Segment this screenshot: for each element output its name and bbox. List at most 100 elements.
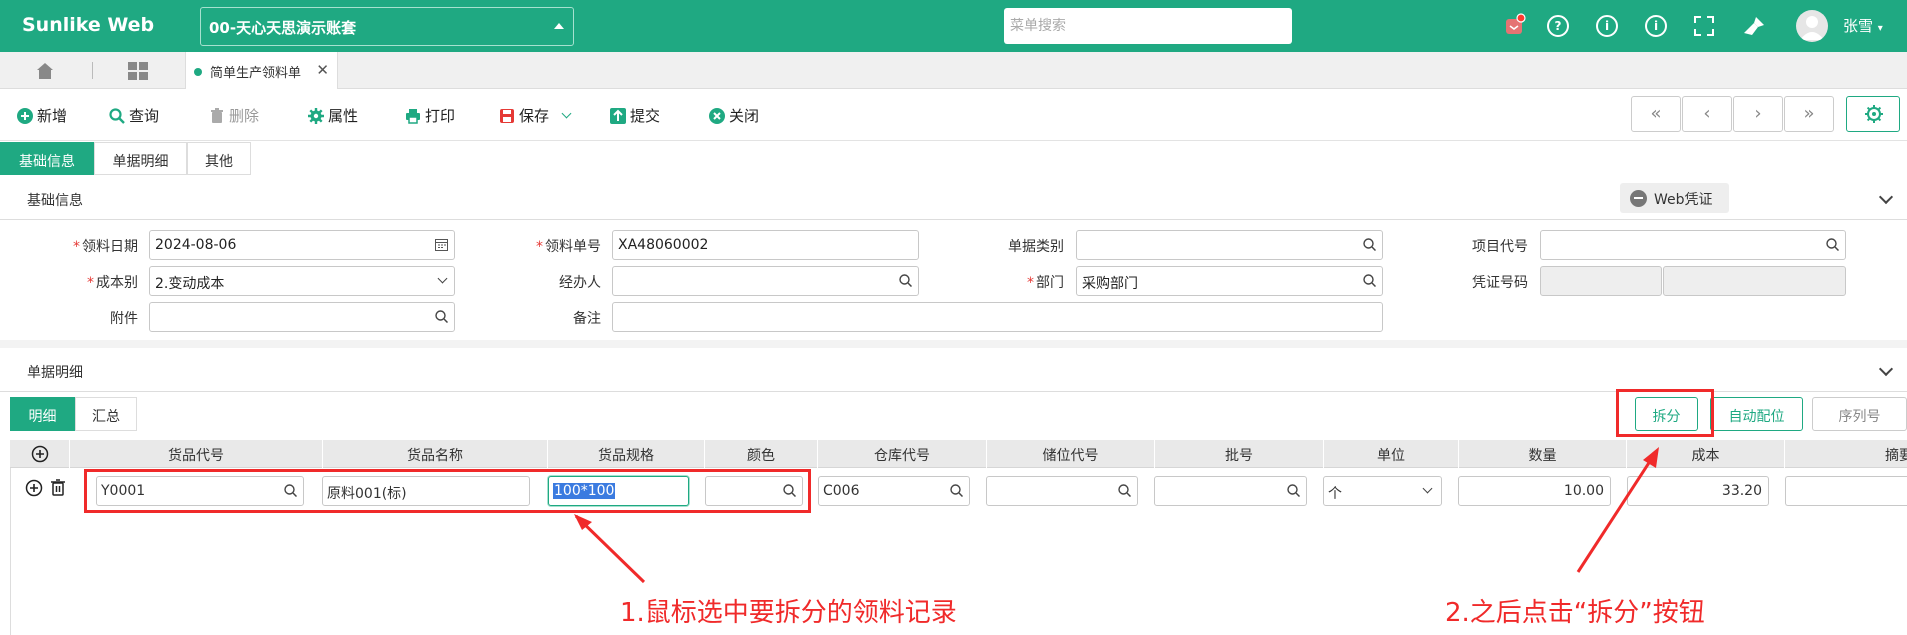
annotation-step-1: 1.鼠标选中要拆分的领料记录 [620,598,957,628]
home-icon[interactable] [36,62,54,80]
user-menu[interactable]: 张雪 ▾ [1843,15,1883,36]
caret-up-icon [554,23,564,29]
user-name: 张雪 [1843,17,1874,35]
col-code[interactable]: 货品代号 [70,440,323,468]
tab-detail[interactable]: 明细 [10,397,75,431]
col-name[interactable]: 货品名称 [323,440,548,468]
date-field[interactable]: 2024-08-06 [149,230,455,260]
project-field[interactable] [1540,230,1846,260]
delete-row-icon[interactable] [50,478,66,500]
handler-label: 经办人 [559,275,601,291]
search-icon[interactable] [435,310,448,323]
cell-location[interactable] [986,476,1138,506]
query-button[interactable]: 查询 [109,105,159,126]
cell-warehouse[interactable]: C006 [818,476,970,506]
project-label: 项目代号 [1472,239,1528,255]
info-icon[interactable]: i [1596,15,1618,37]
settings-button[interactable] [1846,96,1900,132]
web-voucher-button[interactable]: Web凭证 [1620,183,1729,213]
doctype-field[interactable] [1076,230,1383,260]
submit-button-label: 提交 [630,107,661,125]
tab-summary[interactable]: 汇总 [75,397,137,431]
next-record-button[interactable]: › [1733,96,1783,132]
first-record-button[interactable]: « [1631,96,1681,132]
search-icon[interactable] [1363,274,1376,287]
close-button[interactable]: 关闭 [709,105,759,126]
last-record-button[interactable]: » [1784,96,1834,132]
save-button[interactable]: 保存 [499,105,572,126]
col-warehouse[interactable]: 仓库代号 [818,440,987,468]
apps-grid-icon[interactable] [128,62,148,80]
cell-cost-value: 33.20 [1721,483,1762,499]
menu-search-input[interactable] [1004,8,1292,44]
search-icon[interactable] [1287,484,1300,497]
dept-value: 采购部门 [1082,276,1138,292]
insert-row-icon[interactable] [25,479,43,501]
chevron-down-icon[interactable] [1878,361,1894,377]
col-unit[interactable]: 单位 [1324,440,1459,468]
save-button-label: 保存 [519,107,550,125]
submit-button[interactable]: 提交 [610,105,660,126]
dept-field[interactable]: 采购部门 [1076,266,1383,296]
gear-icon [1865,105,1883,123]
add-row-icon[interactable] [10,440,70,468]
print-button[interactable]: 打印 [405,105,455,126]
search-icon [109,107,125,124]
cost-type-value: 2.变动成本 [155,276,225,292]
close-icon[interactable]: ✕ [316,61,329,79]
cell-summary[interactable] [1785,476,1907,506]
tab-other[interactable]: 其他 [187,142,251,175]
search-icon[interactable] [899,274,912,287]
tab-doc-label: 简单生产领料单 [210,66,302,81]
notification-icon[interactable] [1504,13,1526,35]
chevron-down-icon[interactable] [1878,189,1894,205]
cost-type-label: * 成本别 [87,275,138,291]
annotation-box-split [1616,389,1714,437]
tab-doc-detail[interactable]: 单据明细 [94,142,187,175]
tab-basic-info[interactable]: 基础信息 [0,142,94,175]
cell-batch[interactable] [1154,476,1307,506]
date-label: * 领料日期 [73,239,138,255]
remark-field[interactable] [612,302,1383,332]
close-circle-icon [709,107,725,124]
prev-record-button[interactable]: ‹ [1682,96,1732,132]
col-spec[interactable]: 货品规格 [548,440,705,468]
tab-doc[interactable]: 简单生产领料单 ✕ [185,52,338,89]
col-color[interactable]: 颜色 [705,440,818,468]
search-icon[interactable] [950,484,963,497]
annotation-arrow-1 [574,514,646,584]
active-dot-icon [194,68,202,76]
col-summary[interactable]: 摘要 [1785,440,1907,468]
help-icon[interactable]: ? [1547,15,1569,37]
handler-field[interactable] [612,266,919,296]
chevron-down-icon [437,273,448,284]
doc-no-field[interactable]: XA48060002 [612,230,919,260]
calendar-icon[interactable] [435,238,448,251]
annotation-arrow-2 [1576,447,1659,573]
cost-type-select[interactable]: 2.变动成本 [149,266,455,296]
search-icon[interactable] [1118,484,1131,497]
chevron-down-icon [1422,483,1433,494]
new-button[interactable]: 新增 [17,105,67,126]
doctype-label: 单据类别 [1008,239,1064,255]
col-location[interactable]: 储位代号 [987,440,1155,468]
search-icon[interactable] [1363,238,1376,251]
avatar[interactable] [1796,10,1828,42]
chevron-down-icon[interactable] [561,108,572,119]
about-icon[interactable]: i [1645,15,1667,37]
detail-header[interactable]: 单据明细 [0,348,1907,392]
props-button[interactable]: 属性 [308,105,358,126]
auto-locate-button[interactable]: 自动配位 [1710,397,1803,431]
col-batch[interactable]: 批号 [1155,440,1324,468]
upload-icon [610,107,626,124]
serial-no-button[interactable]: 序列号 [1812,397,1907,431]
minus-circle-icon [1630,190,1647,207]
search-icon[interactable] [1826,238,1839,251]
account-selector[interactable]: 00-天心天思演示账套 [200,7,574,46]
delete-button[interactable]: 删除 [209,105,259,126]
clean-brush-icon[interactable] [1742,15,1764,37]
date-value: 2024-08-06 [155,237,237,253]
attach-field[interactable] [149,302,455,332]
cell-unit[interactable]: 个 [1323,476,1442,506]
fullscreen-icon[interactable] [1693,15,1715,37]
